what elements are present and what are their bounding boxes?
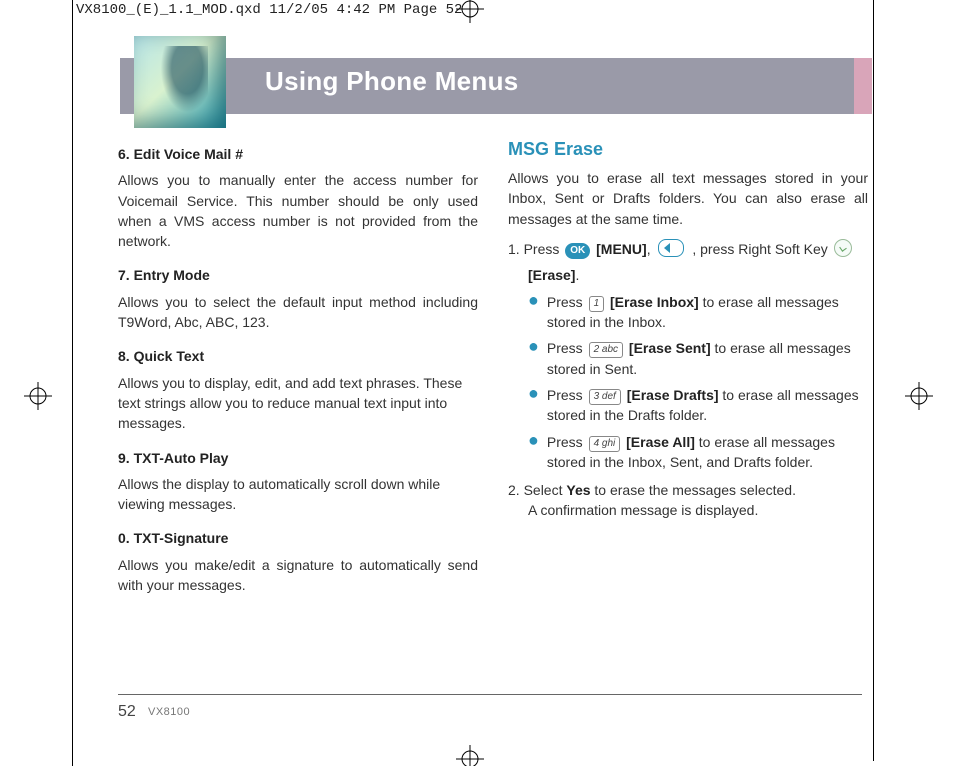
step-1: 1. Press OK [MENU], , press Right Soft K… <box>508 239 868 260</box>
proof-header: VX8100_(E)_1.1_MOD.qxd 11/2/05 4:42 PM P… <box>76 2 462 18</box>
erase-label: [Erase] <box>528 267 575 283</box>
bullet-text: Press 4 ghi [Erase All] to erase all mes… <box>547 432 868 473</box>
action-label: [Erase Sent] <box>625 340 711 356</box>
text: , press Right Soft Key <box>688 241 831 257</box>
keypad-2-icon: 2 abc <box>589 342 623 358</box>
page-number: 52 <box>118 703 136 721</box>
section-body: Allows the display to automatically scro… <box>118 474 478 515</box>
yes-label: Yes <box>566 482 590 498</box>
bullet-dot-icon: ● <box>528 432 539 473</box>
section-heading: 9. TXT-Auto Play <box>118 448 478 468</box>
section-body: Allows you to select the default input m… <box>118 292 478 333</box>
bullet-item: ● Press 3 def [Erase Drafts] to erase al… <box>528 385 868 426</box>
proof-inner-line <box>72 0 73 766</box>
bullet-item: ● Press 4 ghi [Erase All] to erase all m… <box>528 432 868 473</box>
left-column: 6. Edit Voice Mail # Allows you to manua… <box>118 130 478 605</box>
step-2: 2. Select Yes to erase the messages sele… <box>508 480 868 521</box>
text: Press <box>547 434 587 450</box>
keypad-3-icon: 3 def <box>589 389 621 405</box>
text: to erase the messages selected. <box>591 482 796 498</box>
registration-mark-bottom-icon <box>456 745 484 766</box>
bullet-dot-icon: ● <box>528 292 539 333</box>
text: , <box>647 241 655 257</box>
text: Press <box>547 340 587 356</box>
action-label: [Erase All] <box>622 434 695 450</box>
banner-accent <box>854 58 872 114</box>
banner-thumbnail-image <box>134 36 226 128</box>
bullet-dot-icon: ● <box>528 385 539 426</box>
topic-heading: MSG Erase <box>508 136 868 162</box>
model-label: VX8100 <box>148 706 190 718</box>
bullet-text: Press 2 abc [Erase Sent] to erase all me… <box>547 338 868 379</box>
bullet-text: Press 1 [Erase Inbox] to erase all messa… <box>547 292 868 333</box>
nav-left-icon <box>658 239 684 257</box>
keypad-1-icon: 1 <box>589 296 605 312</box>
keypad-4-icon: 4 ghi <box>589 436 621 452</box>
menu-label: [MENU] <box>592 241 646 257</box>
text: 1. Press <box>508 241 563 257</box>
section-body: Allows you make/edit a signature to auto… <box>118 555 478 596</box>
bullet-item: ● Press 2 abc [Erase Sent] to erase all … <box>528 338 868 379</box>
text: A confirmation message is displayed. <box>528 500 758 520</box>
bullet-dot-icon: ● <box>528 338 539 379</box>
section-body: Allows you to display, edit, and add tex… <box>118 373 478 434</box>
step-1-cont: [Erase]. <box>528 265 868 285</box>
registration-mark-left-icon <box>24 382 52 410</box>
text: 2. Select <box>508 482 566 498</box>
text: Press <box>547 387 587 403</box>
action-label: [Erase Drafts] <box>627 387 719 403</box>
section-body: Allows you to manually enter the access … <box>118 170 478 251</box>
page-title: Using Phone Menus <box>265 66 519 97</box>
text: . <box>575 267 579 283</box>
section-heading: 7. Entry Mode <box>118 265 478 285</box>
topic-intro: Allows you to erase all text messages st… <box>508 168 868 229</box>
section-heading: 8. Quick Text <box>118 346 478 366</box>
bullet-text: Press 3 def [Erase Drafts] to erase all … <box>547 385 868 426</box>
bullet-item: ● Press 1 [Erase Inbox] to erase all mes… <box>528 292 868 333</box>
right-column: MSG Erase Allows you to erase all text m… <box>508 130 868 527</box>
footer-rule <box>118 694 862 695</box>
section-heading: 0. TXT-Signature <box>118 528 478 548</box>
section-heading: 6. Edit Voice Mail # <box>118 144 478 164</box>
registration-mark-right-icon <box>905 382 933 410</box>
action-label: [Erase Inbox] <box>610 294 699 310</box>
ok-key-icon: OK <box>565 243 590 260</box>
right-soft-key-icon <box>834 239 852 257</box>
text: Press <box>547 294 587 310</box>
